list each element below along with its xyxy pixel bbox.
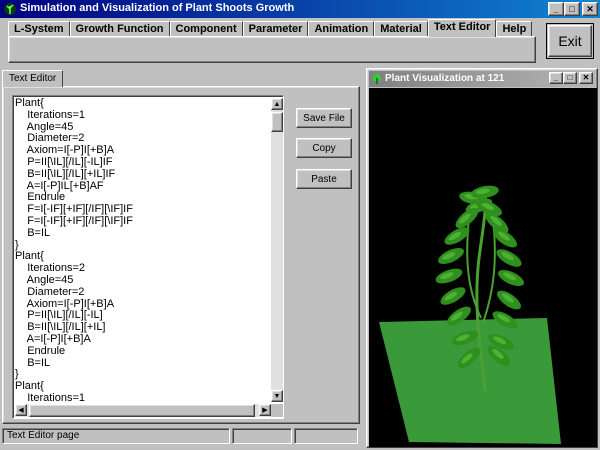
editor-line: Iterations=1	[15, 391, 86, 402]
tab-material[interactable]: Material	[374, 21, 428, 37]
editor-line: B=II[\IL][/IL][+IL]IF	[15, 167, 116, 180]
editor-line: B=IL	[15, 226, 51, 239]
editor-line: F=I[-IF][+IF][/IF][\IF]IF	[15, 214, 133, 227]
plant-render	[379, 185, 561, 444]
plant-icon	[373, 74, 381, 84]
paste-button[interactable]: Paste	[296, 169, 352, 189]
horizontal-scroll-thumb[interactable]	[29, 404, 255, 417]
editor-line: }	[15, 238, 19, 251]
tab-growth-function[interactable]: Growth Function	[69, 21, 170, 37]
vis-minimize-button[interactable]: _	[549, 72, 563, 84]
tab-animation[interactable]: Animation	[308, 21, 375, 37]
scroll-up-icon[interactable]: ▲	[271, 98, 283, 110]
editor-line: Diameter=2	[15, 285, 85, 298]
horizontal-scrollbar[interactable]: ◀ ▶	[15, 404, 271, 417]
menu-tab-body	[8, 36, 536, 63]
editor-text-content[interactable]: Plant{ Iterations=1 Angle=45 Diameter=2 …	[15, 98, 269, 402]
scroll-left-icon[interactable]: ◀	[15, 404, 27, 416]
menu-tab-strip: L-System Growth Function Component Param…	[8, 19, 533, 37]
editor-line: A=I[-P]I[+B]A	[15, 332, 91, 345]
editor-line: Iterations=1	[15, 108, 86, 121]
tab-l-system[interactable]: L-System	[8, 21, 70, 37]
exit-button[interactable]: Exit	[546, 23, 594, 59]
scrollbar-corner	[271, 404, 283, 417]
editor-line: Endrule	[15, 344, 66, 357]
plant-app-icon	[4, 3, 16, 15]
status-cell-3	[294, 428, 358, 444]
status-text: Text Editor page	[2, 428, 230, 444]
save-file-button[interactable]: Save File	[296, 108, 352, 128]
editor-line: P=II[\IL][/IL][-IL]IF	[15, 155, 113, 168]
scroll-right-icon[interactable]: ▶	[259, 404, 271, 416]
close-button[interactable]: ✕	[582, 2, 598, 16]
vertical-scrollbar[interactable]: ▲ ▼	[271, 98, 283, 402]
tab-parameter[interactable]: Parameter	[242, 21, 309, 37]
tab-component[interactable]: Component	[169, 21, 243, 37]
editor-line: }	[15, 368, 19, 381]
visualization-title-bar[interactable]: Plant Visualization at 121 _ □ ✕	[369, 71, 595, 87]
maximize-button[interactable]: □	[564, 2, 580, 16]
side-stem	[482, 217, 496, 324]
copy-button[interactable]: Copy	[296, 138, 352, 158]
plant-3d-canvas[interactable]	[369, 88, 597, 447]
text-editor-tab[interactable]: Text Editor	[2, 70, 64, 87]
visualization-title: Plant Visualization at 121	[385, 73, 505, 84]
plant-visualization-window[interactable]: Plant Visualization at 121 _ □ ✕	[366, 68, 598, 448]
window-title: Simulation and Visualization of Plant Sh…	[20, 2, 295, 14]
vis-close-button[interactable]: ✕	[579, 72, 593, 84]
editor-line: B=IL	[15, 356, 51, 369]
scroll-down-icon[interactable]: ▼	[271, 390, 283, 402]
status-bar: Text Editor page	[2, 428, 360, 444]
tab-text-editor[interactable]: Text Editor	[427, 19, 497, 37]
minimize-button[interactable]: _	[548, 2, 564, 16]
main-title-bar[interactable]: Simulation and Visualization of Plant Sh…	[0, 0, 600, 18]
editor-line: Angle=45	[15, 273, 74, 286]
vertical-scroll-thumb[interactable]	[271, 112, 283, 132]
status-cell-2	[232, 428, 292, 444]
tab-help[interactable]: Help	[496, 21, 533, 37]
vis-maximize-button[interactable]: □	[563, 72, 577, 84]
lsystem-text-area[interactable]: Plant{ Iterations=1 Angle=45 Diameter=2 …	[12, 95, 284, 419]
